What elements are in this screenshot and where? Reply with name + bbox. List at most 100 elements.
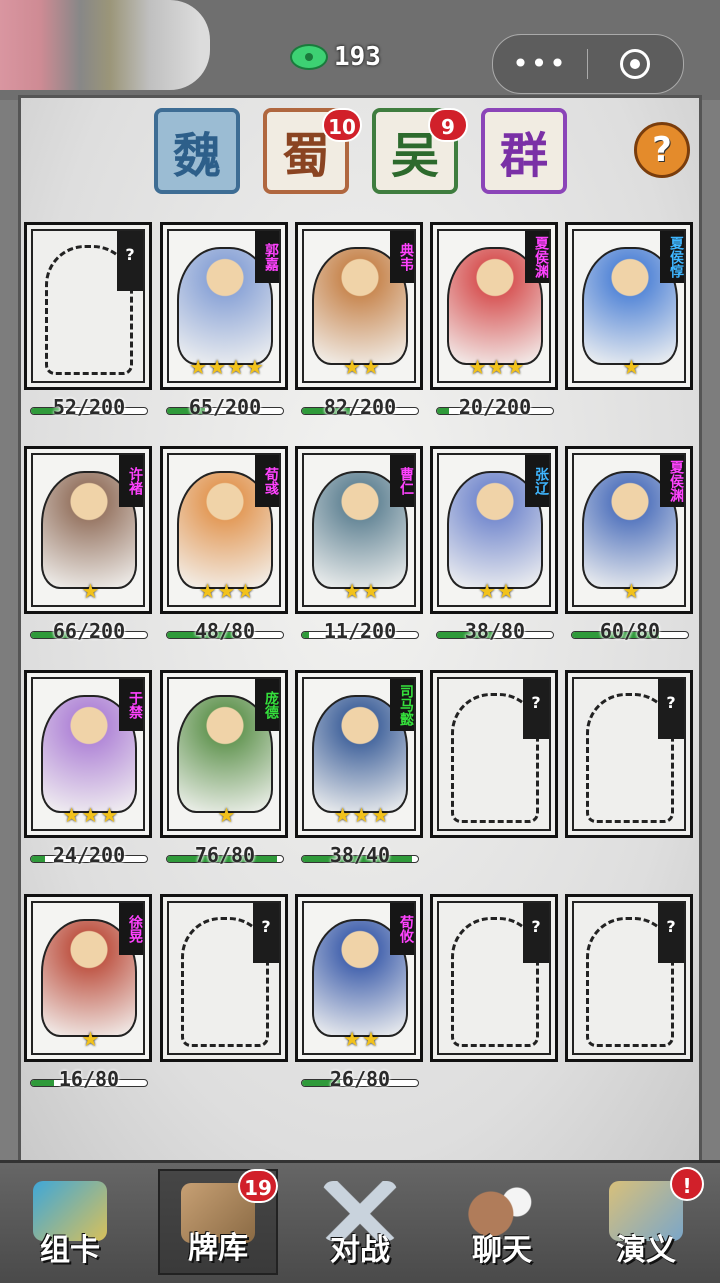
faction-tab-wei[interactable]: 魏 [154, 108, 240, 194]
progress-text: 26/80 [329, 1067, 391, 1091]
hero-card[interactable]: 徐晃 ★ [24, 894, 152, 1062]
hero-card[interactable]: 夏侯惇 ★ [565, 222, 693, 390]
nav-battle[interactable]: 对战 [300, 1169, 420, 1275]
star-rating: ★★★ [468, 355, 526, 379]
hero-card[interactable]: 于禁 ★★★ [24, 670, 152, 838]
card-progress: 76/80 [166, 843, 284, 867]
card-progress: 66/200 [30, 619, 148, 643]
hero-card[interactable]: 夏侯渊 ★ [565, 446, 693, 614]
star-rating: ★ [217, 803, 237, 827]
card-progress: 82/200 [301, 395, 419, 419]
nav-label: 聊天 [472, 1233, 532, 1268]
progress-text: 16/80 [58, 1067, 120, 1091]
progress-text: 20/200 [458, 395, 532, 419]
progress-text: 66/200 [52, 619, 126, 643]
card-progress: 38/80 [436, 619, 554, 643]
more-options-button[interactable]: ••• [493, 35, 587, 93]
progress-text: 65/200 [188, 395, 262, 419]
unknown-hero-marker: ? [523, 679, 549, 739]
hero-card[interactable]: 荀彧 ★★★ [160, 446, 288, 614]
card-progress: 24/200 [30, 843, 148, 867]
card-progress: 65/200 [166, 395, 284, 419]
hero-card[interactable]: 郭嘉 ★★★★ [160, 222, 288, 390]
close-button[interactable] [588, 49, 682, 79]
card-progress: 38/40 [301, 843, 419, 867]
card-progress: 20/200 [436, 395, 554, 419]
target-icon [620, 49, 650, 79]
locked-hero-card[interactable]: ? [430, 670, 558, 838]
card-progress: 52/200 [30, 395, 148, 419]
help-button[interactable]: ? [634, 122, 690, 178]
hero-name: 荀攸 [390, 903, 414, 955]
star-rating: ★★ [343, 579, 381, 603]
hero-name: 夏侯渊 [660, 455, 684, 507]
hero-name: 典韦 [390, 231, 414, 283]
faction-badge-wu: 9 [428, 108, 468, 142]
hero-card[interactable]: 荀攸 ★★ [295, 894, 423, 1062]
progress-text: 76/80 [194, 843, 256, 867]
star-rating: ★★★ [198, 579, 256, 603]
progress-text: 11/200 [323, 619, 397, 643]
unknown-hero-marker: ? [253, 903, 279, 963]
hero-card[interactable]: 典韦 ★★ [295, 222, 423, 390]
locked-hero-card[interactable]: ? [160, 894, 288, 1062]
locked-hero-card[interactable]: ? [430, 894, 558, 1062]
hero-name: 夏侯惇 [660, 231, 684, 283]
progress-text: 38/40 [329, 843, 391, 867]
unknown-hero-marker: ? [658, 903, 684, 963]
hero-name: 夏侯渊 [525, 231, 549, 283]
hero-name: 于禁 [119, 679, 143, 731]
nav-label: 演义 [616, 1233, 676, 1268]
star-rating: ★★★ [62, 803, 120, 827]
progress-text: 60/80 [599, 619, 661, 643]
hero-card[interactable]: 司马懿 ★★★ [295, 670, 423, 838]
hero-name: 许褚 [119, 455, 143, 507]
progress-text: 24/200 [52, 843, 126, 867]
star-rating: ★★★★ [189, 355, 265, 379]
nav-label: 组卡 [40, 1233, 100, 1268]
hero-card[interactable]: 庞德 ★ [160, 670, 288, 838]
progress-text: 38/80 [464, 619, 526, 643]
hero-name: 郭嘉 [255, 231, 279, 283]
card-progress: 11/200 [301, 619, 419, 643]
card-progress: 60/80 [571, 619, 689, 643]
star-rating: ★★ [343, 355, 381, 379]
progress-text: 82/200 [323, 395, 397, 419]
hero-name: 徐晃 [119, 903, 143, 955]
hero-name: 荀彧 [255, 455, 279, 507]
faction-label: 群 [499, 128, 548, 184]
unknown-hero-marker: ? [658, 679, 684, 739]
locked-hero-card[interactable]: ? [24, 222, 152, 390]
locked-hero-card[interactable]: ? [565, 670, 693, 838]
star-rating: ★ [81, 1027, 101, 1051]
hero-card[interactable]: 张辽 ★★ [430, 446, 558, 614]
nav-label: 牌库 [188, 1231, 248, 1266]
star-rating: ★ [622, 355, 642, 379]
nav-badge-library: 19 [238, 1169, 278, 1203]
hero-name: 庞德 [255, 679, 279, 731]
star-rating: ★★★ [333, 803, 391, 827]
avatar[interactable] [0, 0, 210, 90]
hero-card[interactable]: 夏侯渊 ★★★ [430, 222, 558, 390]
hero-card[interactable]: 许褚 ★ [24, 446, 152, 614]
faction-label: 魏 [172, 128, 221, 184]
card-progress: 48/80 [166, 619, 284, 643]
card-progress: 16/80 [30, 1067, 148, 1091]
currency-display: 193 [290, 42, 381, 72]
faction-badge-shu: 10 [322, 108, 362, 142]
progress-text: 52/200 [52, 395, 126, 419]
hero-card[interactable]: 曹仁 ★★ [295, 446, 423, 614]
nav-build-deck[interactable]: 组卡 [10, 1169, 130, 1275]
nav-badge-story: ! [670, 1167, 704, 1201]
star-rating: ★ [622, 579, 642, 603]
bottom-nav: 组卡 牌库 对战 聊天 演义 19 ! [0, 1160, 720, 1283]
star-rating: ★ [81, 579, 101, 603]
miniprogram-capsule: ••• [492, 34, 684, 94]
star-rating: ★★ [343, 1027, 381, 1051]
nav-label: 对战 [330, 1233, 390, 1268]
locked-hero-card[interactable]: ? [565, 894, 693, 1062]
faction-tab-qun[interactable]: 群 [481, 108, 567, 194]
nav-chat[interactable]: 聊天 [442, 1169, 562, 1275]
hero-name: 张辽 [525, 455, 549, 507]
unknown-hero-marker: ? [523, 903, 549, 963]
